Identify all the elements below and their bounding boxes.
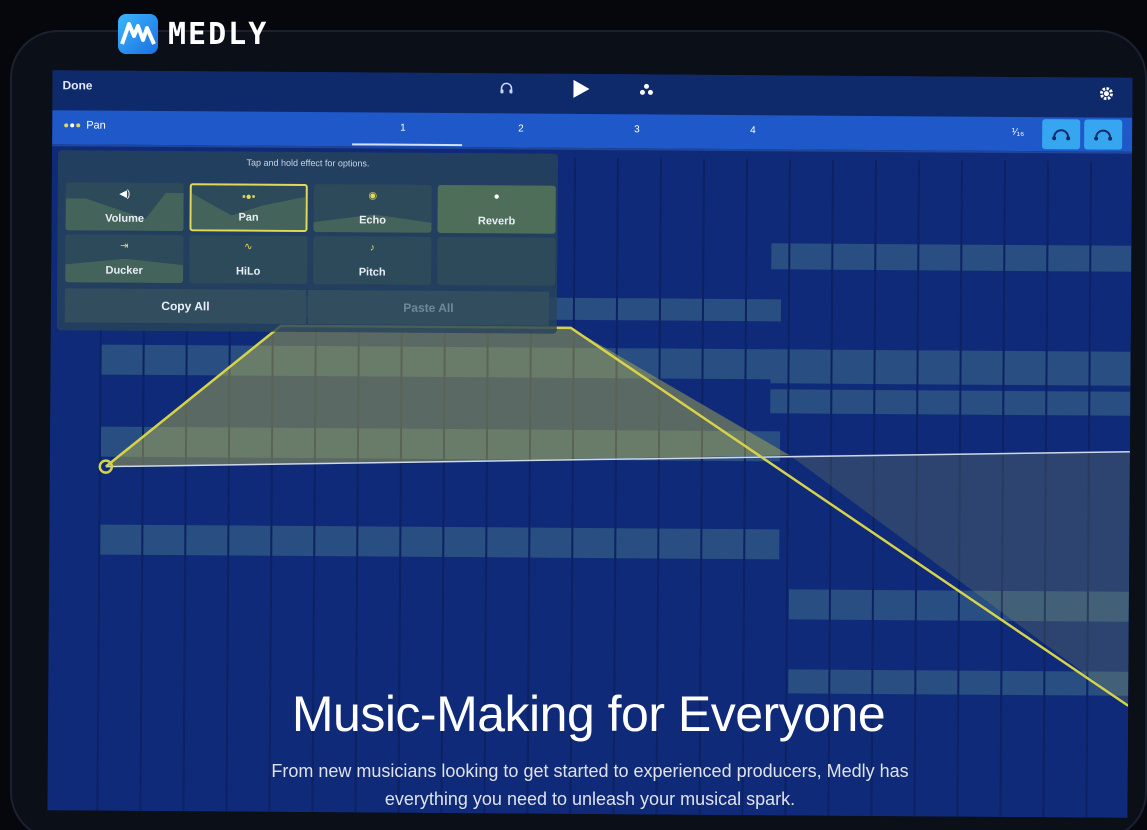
brand[interactable]: MEDLY xyxy=(118,14,268,54)
effect-label: HiLo xyxy=(235,265,261,278)
effect-label: Pitch xyxy=(358,266,386,279)
hilo-icon: ∿ xyxy=(244,241,253,253)
record-button[interactable] xyxy=(1084,119,1123,150)
effect-label: Ducker xyxy=(105,264,143,277)
hero-headline: Music-Making for Everyone xyxy=(291,686,886,742)
effect-pan[interactable]: ▪●▪ Pan xyxy=(189,183,308,233)
loop-icon xyxy=(1052,129,1071,141)
bar-tab-2[interactable]: 2 xyxy=(518,123,524,134)
effect-ducker[interactable]: ⇥ Ducker xyxy=(65,234,184,284)
headphones-icon[interactable] xyxy=(499,81,513,98)
instrument-icon[interactable] xyxy=(638,82,654,99)
quantize-button[interactable]: ¹⁄₁₆ xyxy=(1012,127,1024,138)
bar-tab-4[interactable]: 4 xyxy=(750,125,756,136)
effects-hint: Tap and hold effect for options. xyxy=(246,157,370,169)
pan-dots-icon xyxy=(64,123,81,128)
effect-label: Pan xyxy=(238,211,259,224)
bar-tab-1[interactable]: 1 xyxy=(400,123,406,134)
paste-all-button[interactable]: Paste All xyxy=(307,290,550,326)
copy-all-button[interactable]: Copy All xyxy=(64,288,307,325)
track-label: Pan xyxy=(86,119,106,132)
effect-label: Reverb xyxy=(477,215,516,228)
track-selector[interactable]: Pan xyxy=(64,119,106,132)
effect-empty-slot xyxy=(437,236,556,286)
pan-dots-icon: ▪●▪ xyxy=(242,191,256,203)
effect-volume[interactable]: ◀) Volume xyxy=(65,182,184,232)
loop-icon xyxy=(1094,129,1113,141)
play-icon[interactable] xyxy=(567,76,593,102)
speaker-icon: ◀) xyxy=(119,188,131,200)
copy-paste-row: Copy All Paste All xyxy=(64,288,550,326)
reverb-icon: ● xyxy=(493,191,500,203)
effect-label: Volume xyxy=(105,212,145,225)
echo-icon: ◉ xyxy=(368,190,378,202)
effect-reverb[interactable]: ● Reverb xyxy=(437,184,556,234)
ducker-icon: ⇥ xyxy=(120,240,129,252)
effect-pitch[interactable]: ♪ Pitch xyxy=(313,236,432,285)
bar-tab-3[interactable]: 3 xyxy=(634,124,640,135)
effect-hilo[interactable]: ∿ HiLo xyxy=(189,235,308,285)
gear-icon[interactable] xyxy=(1098,86,1114,107)
hero-text: Music-Making for Everyone From new music… xyxy=(0,685,1147,830)
pitch-icon: ♪ xyxy=(369,242,375,254)
brand-name: MEDLY xyxy=(168,16,269,52)
effect-label: Echo xyxy=(359,214,387,227)
effect-echo[interactable]: ◉ Echo xyxy=(313,184,432,233)
done-button[interactable]: Done xyxy=(62,78,92,92)
loop-button[interactable] xyxy=(1042,119,1081,150)
hero-subline: From new musicians looking to get starte… xyxy=(271,761,909,809)
effects-panel: Tap and hold effect for options. ◀) Volu… xyxy=(56,150,559,334)
medly-logo-icon xyxy=(118,14,158,54)
